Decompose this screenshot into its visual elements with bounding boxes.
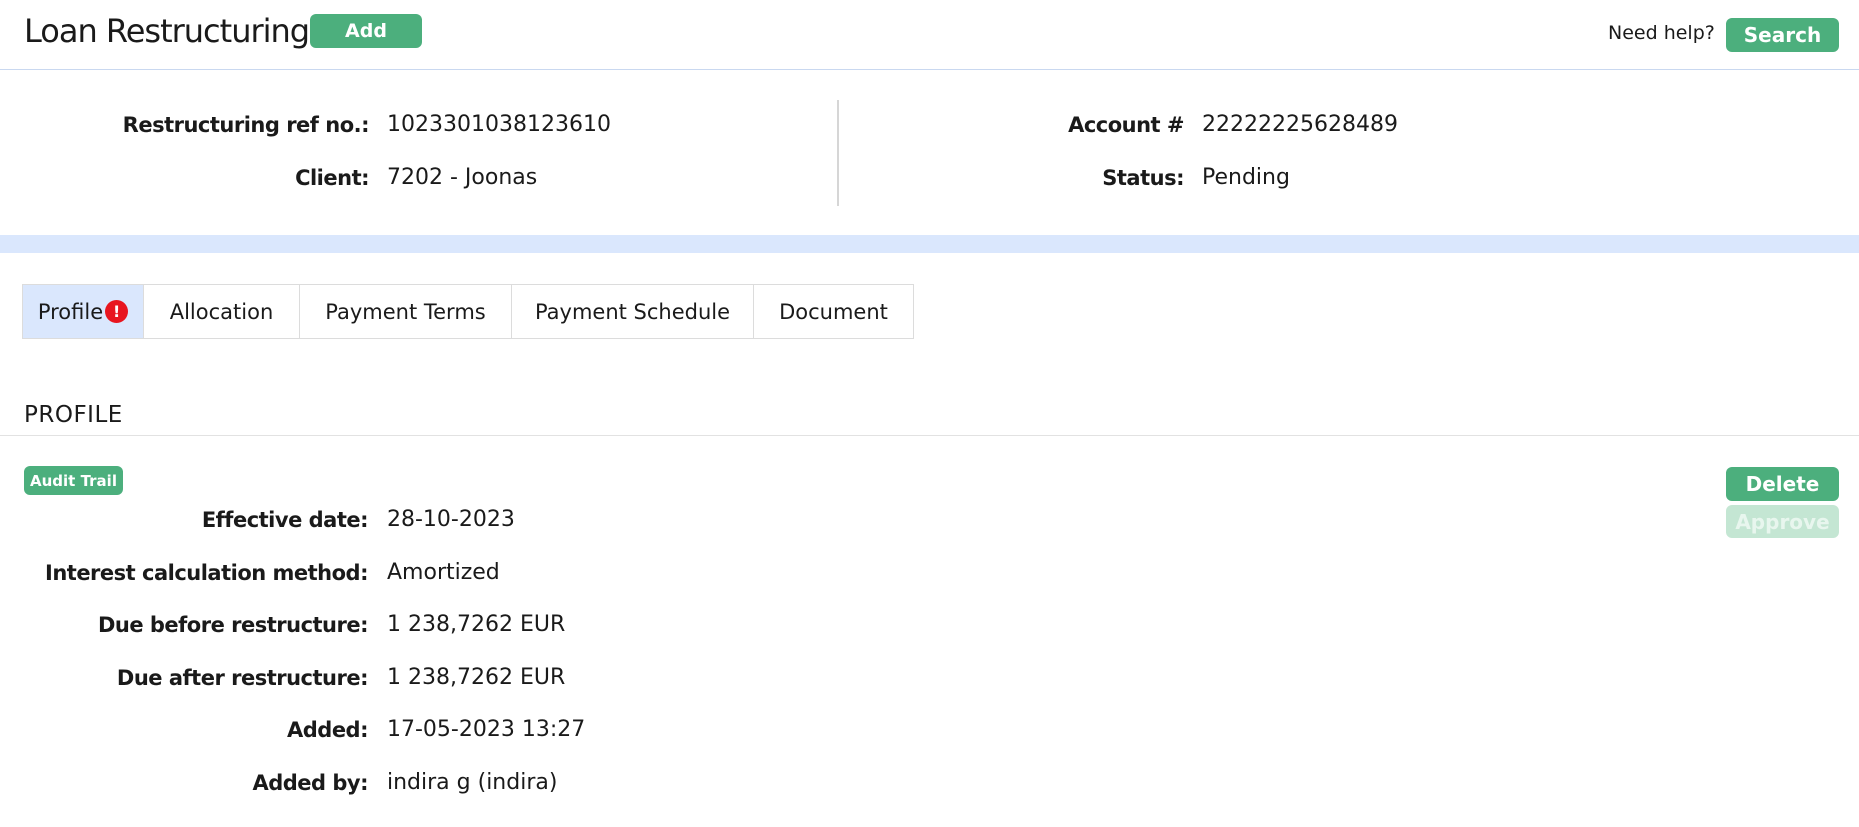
interest-method-value: Amortized bbox=[387, 560, 500, 585]
client-label: Client: bbox=[295, 166, 369, 190]
effective-date-label: Effective date: bbox=[201, 508, 369, 532]
section-title: PROFILE bbox=[24, 402, 123, 428]
page-header: Loan Restructuring Add Need help? Search bbox=[0, 0, 1859, 70]
add-button[interactable]: Add bbox=[310, 14, 422, 48]
tab-bar: Profile ! Allocation Payment Terms Payme… bbox=[22, 284, 914, 339]
client-value: 7202 - Joonas bbox=[387, 165, 538, 190]
page-title: Loan Restructuring bbox=[24, 12, 310, 50]
interest-method-label: Interest calculation method: bbox=[45, 561, 368, 585]
tab-document[interactable]: Document bbox=[753, 285, 913, 338]
due-after-value: 1 238,7262 EUR bbox=[387, 665, 566, 690]
search-button[interactable]: Search bbox=[1726, 18, 1839, 52]
warning-icon: ! bbox=[105, 300, 129, 323]
due-before-value: 1 238,7262 EUR bbox=[387, 612, 566, 637]
tab-allocation[interactable]: Allocation bbox=[143, 285, 299, 338]
added-by-label: Added by: bbox=[252, 771, 368, 795]
restructuring-summary: Restructuring ref no.: 1023301038123610 … bbox=[0, 71, 1859, 235]
tab-label: Payment Terms bbox=[325, 299, 486, 324]
tab-label: Allocation bbox=[169, 299, 274, 324]
audit-trail-button[interactable]: Audit Trail bbox=[24, 466, 123, 495]
tab-label: Profile bbox=[37, 299, 104, 324]
account-value: 22222225628489 bbox=[1202, 112, 1398, 137]
ref-value: 1023301038123610 bbox=[387, 112, 611, 137]
summary-divider bbox=[837, 100, 839, 206]
tab-label: Document bbox=[779, 299, 888, 324]
tab-payment-terms[interactable]: Payment Terms bbox=[299, 285, 511, 338]
tab-payment-schedule[interactable]: Payment Schedule bbox=[511, 285, 753, 338]
need-help-link[interactable]: Need help? bbox=[1608, 22, 1715, 44]
ref-label: Restructuring ref no.: bbox=[122, 113, 370, 137]
approve-button[interactable]: Approve bbox=[1726, 505, 1839, 538]
added-value: 17-05-2023 13:27 bbox=[387, 717, 586, 742]
section-divider bbox=[0, 435, 1859, 436]
tab-profile[interactable]: Profile ! bbox=[23, 285, 143, 338]
due-after-label: Due after restructure: bbox=[116, 666, 369, 690]
due-before-label: Due before restructure: bbox=[97, 613, 369, 637]
added-label: Added: bbox=[287, 718, 369, 742]
tab-label: Payment Schedule bbox=[534, 299, 731, 324]
account-label: Account # bbox=[1068, 113, 1184, 137]
status-label: Status: bbox=[1102, 166, 1184, 190]
delete-button[interactable]: Delete bbox=[1726, 467, 1839, 501]
added-by-value: indira g (indira) bbox=[387, 770, 558, 795]
section-band bbox=[0, 235, 1859, 253]
status-value: Pending bbox=[1202, 165, 1290, 190]
effective-date-value: 28-10-2023 bbox=[387, 507, 515, 532]
